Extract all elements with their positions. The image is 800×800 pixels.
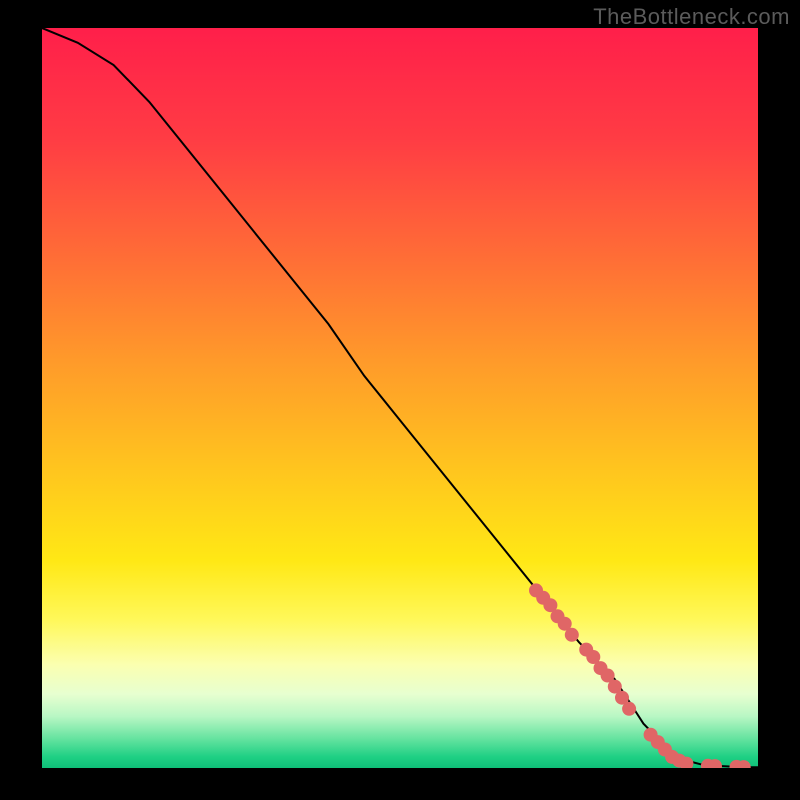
plot-area	[42, 28, 758, 768]
chart-overlay	[42, 28, 758, 768]
chart-container: TheBottleneck.com	[0, 0, 800, 800]
highlight-points-group	[529, 583, 751, 768]
main-curve-line	[42, 28, 758, 767]
watermark-text: TheBottleneck.com	[593, 4, 790, 30]
highlight-point	[565, 628, 579, 642]
highlight-point	[622, 702, 636, 716]
